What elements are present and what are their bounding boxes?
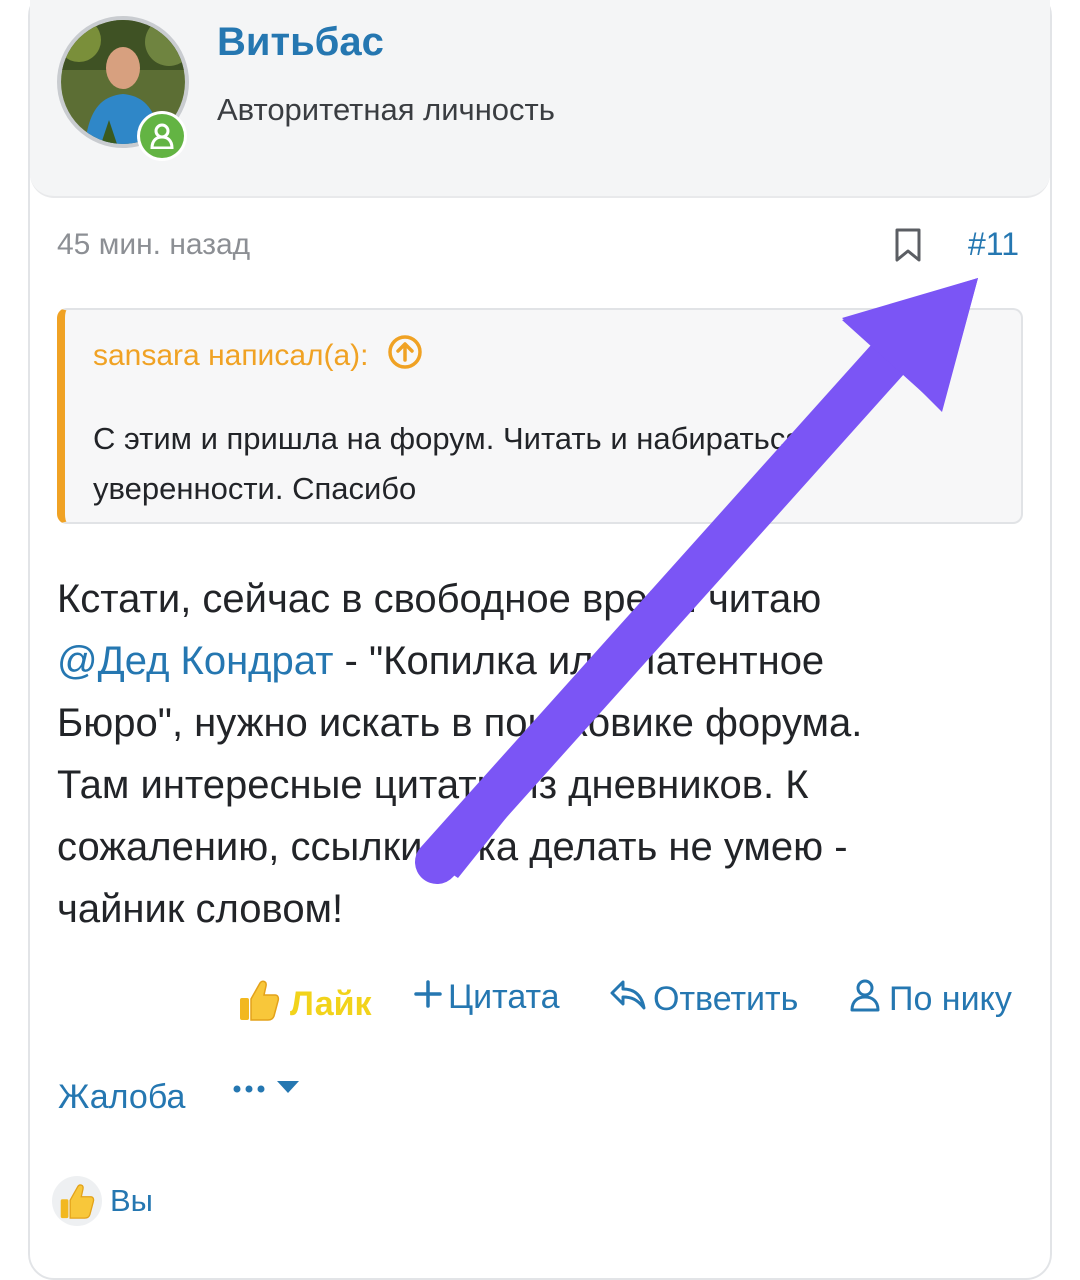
annotation-arrow-icon <box>415 278 978 884</box>
